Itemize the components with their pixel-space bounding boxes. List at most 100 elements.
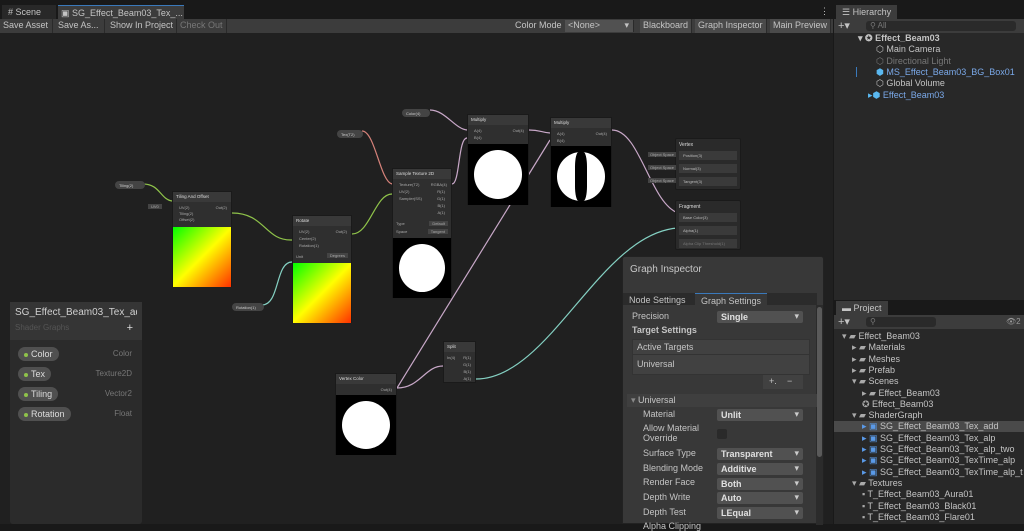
save-as-button[interactable]: Save As... [55, 19, 105, 33]
project-item[interactable]: ✪ Effect_Beam03 [862, 399, 933, 410]
port-a[interactable]: A(4) [474, 128, 482, 133]
blackboard-button[interactable]: Blackboard [640, 19, 693, 33]
multiply-node[interactable]: Multiply A(4) B(4) Out(4) [467, 114, 529, 205]
vertex-master-block[interactable]: Vertex Position(3) Normal(3) Tangent(3) [675, 138, 741, 190]
sample-texture-2d-node[interactable]: Sample Texture 2D Texture(T2) UV(2) Samp… [392, 168, 452, 298]
hierarchy-item[interactable]: ⬢ MS_Effect_Beam03_BG_Box01 [876, 67, 1015, 78]
scene-root[interactable]: ▾ ✪ Effect_Beam03 [858, 33, 940, 44]
allow-material-override-checkbox[interactable] [717, 429, 727, 439]
port-out[interactable]: Out(4) [513, 128, 524, 133]
create-button[interactable]: +▾ [838, 19, 850, 32]
port-b[interactable]: B(4) [557, 138, 565, 143]
blending-mode-dropdown[interactable]: Additive [717, 463, 803, 475]
property-color[interactable]: Color [18, 347, 59, 361]
tangent-space-field[interactable]: Object Space [648, 178, 677, 183]
depth-write-dropdown[interactable]: Auto [717, 492, 803, 504]
port-uv[interactable]: UV(2) [299, 229, 309, 234]
project-item[interactable]: ▪ T_Effect_Beam03_Flare01 [862, 512, 975, 522]
project-item[interactable]: ▸ ▣ SG_Effect_Beam03_Tex_alp [862, 433, 995, 444]
alpha-clip-slot[interactable]: Alpha Clip Threshold(1) [679, 239, 737, 248]
port-r[interactable]: R(1) [463, 355, 471, 360]
port-a[interactable]: A(1) [437, 210, 445, 215]
property-tex[interactable]: Tex [18, 367, 52, 381]
hidden-count[interactable]: 👁2 [1006, 317, 1021, 326]
position-slot[interactable]: Position(3) [679, 151, 737, 160]
port-in[interactable]: In(4) [447, 355, 455, 360]
project-item[interactable]: ▸ ▰ Prefab [852, 365, 895, 376]
universal-section-header[interactable]: ▾ Universal [627, 394, 817, 407]
project-item[interactable]: ▾ ▰ ShaderGraph [852, 410, 923, 421]
port-offset[interactable]: Offset(2) [179, 217, 195, 222]
project-item[interactable]: ▸ ▣ SG_Effect_Beam03_TexTime_alp [862, 455, 1015, 466]
port-a[interactable]: A(4) [557, 131, 565, 136]
more-menu-icon[interactable]: ⋮ [820, 6, 829, 17]
port-uv[interactable]: UV(2) [179, 205, 189, 210]
hierarchy-tab[interactable]: ☰ Hierarchy [836, 5, 898, 19]
port-r[interactable]: R(1) [437, 189, 445, 194]
port-out[interactable]: Out(2) [336, 229, 347, 234]
tab-node-settings[interactable]: Node Settings [629, 295, 686, 305]
precision-dropdown[interactable]: Single [717, 311, 803, 323]
color-mode-dropdown[interactable]: <None> ▾ [565, 20, 634, 32]
port-b[interactable]: B(1) [437, 203, 445, 208]
uv-channel-field[interactable]: UV0 [148, 204, 162, 209]
hierarchy-item[interactable]: ⬡ Main Camera [876, 44, 940, 55]
project-item[interactable]: ▸ ▰ Effect_Beam03 [862, 388, 940, 399]
normal-space-field[interactable]: Object Space [648, 165, 677, 170]
normal-slot[interactable]: Normal(3) [679, 164, 737, 173]
surface-type-dropdown[interactable]: Transparent [717, 448, 803, 460]
type-dropdown[interactable]: Default [429, 221, 448, 226]
project-item[interactable]: ▸ ▰ Materials [852, 342, 905, 353]
base-color-slot[interactable]: Base Color(3) [679, 213, 737, 222]
project-item[interactable]: ▸ ▣ SG_Effect_Beam03_Tex_add [834, 421, 1024, 433]
multiply-node[interactable]: Multiply A(4) B(4) Out(4) [550, 117, 612, 207]
vertex-color-node[interactable]: Vertex Color Out(4) [335, 373, 397, 455]
position-space-field[interactable]: Object Space [648, 152, 677, 157]
material-dropdown[interactable]: Unlit [717, 409, 803, 421]
show-in-project-button[interactable]: Show In Project [107, 19, 177, 33]
main-preview-button[interactable]: Main Preview [770, 19, 832, 33]
inspector-scrollbar[interactable] [816, 305, 823, 525]
remove-target-button[interactable]: − [787, 376, 792, 386]
color-property-node[interactable]: Color(4) [402, 109, 430, 117]
alpha-slot[interactable]: Alpha(1) [679, 226, 737, 235]
project-item[interactable]: ▪ T_Effect_Beam03_Aura01 [862, 489, 973, 499]
port-texture[interactable]: Texture(T2) [399, 182, 419, 187]
add-property-button[interactable]: + [127, 322, 133, 334]
check-out-button[interactable]: Check Out [177, 19, 227, 33]
render-face-dropdown[interactable]: Both [717, 478, 803, 490]
port-out[interactable]: Out(4) [596, 131, 607, 136]
split-node[interactable]: Split In(4) R(1) G(1) B(1) A(1) [443, 341, 476, 383]
port-center[interactable]: Center(2) [299, 236, 316, 241]
project-tab[interactable]: ▬ Project [836, 301, 888, 315]
graph-inspector-button[interactable]: Graph Inspector [695, 19, 767, 33]
project-item[interactable]: ▸ ▣ SG_Effect_Beam03_Tex_alp_two [862, 444, 1014, 455]
tangent-slot[interactable]: Tangent(3) [679, 177, 737, 186]
property-rotation[interactable]: Rotation [18, 407, 71, 421]
port-g[interactable]: G(1) [437, 196, 445, 201]
port-b[interactable]: B(1) [463, 369, 471, 374]
project-item[interactable]: ▾ ▰ Effect_Beam03 [842, 331, 920, 342]
tab-scene[interactable]: # Scene [2, 5, 56, 19]
space-dropdown[interactable]: Tangent [427, 229, 448, 234]
save-asset-button[interactable]: Save Asset [0, 19, 53, 33]
tab-graph-settings[interactable]: Graph Settings [695, 293, 768, 308]
depth-test-dropdown[interactable]: LEqual [717, 507, 803, 519]
rotate-node[interactable]: Rotate UV(2) Center(2) Rotation(1) Out(2… [292, 215, 352, 323]
port-sampler[interactable]: Sampler(SS) [399, 196, 422, 201]
unit-dropdown[interactable]: Degrees [326, 253, 348, 258]
tiling-and-offset-node[interactable]: Tiling And Offset UV(2) Tiling(2) Offset… [172, 191, 232, 287]
project-item[interactable]: ▸ ▰ Meshes [852, 354, 900, 365]
project-item[interactable]: ▸ ▣ SG_Effect_Beam03_TexTime_alp_t [862, 467, 1023, 478]
port-out[interactable]: Out(2) [216, 205, 227, 210]
create-button[interactable]: +▾ [838, 315, 850, 328]
port-uv[interactable]: UV(2) [399, 189, 409, 194]
hierarchy-item[interactable]: ▸⬢ Effect_Beam03 [868, 90, 944, 101]
fragment-master-block[interactable]: Fragment Base Color(3) Alpha(1) Alpha Cl… [675, 200, 741, 250]
port-g[interactable]: G(1) [463, 362, 471, 367]
add-target-button[interactable]: +. [769, 376, 777, 386]
hierarchy-item[interactable]: ⬡ Global Volume [876, 78, 945, 89]
tab-shadergraph[interactable]: ▣ SG_Effect_Beam03_Tex_... [58, 5, 184, 19]
port-out[interactable]: Out(4) [381, 387, 392, 392]
port-b[interactable]: B(4) [474, 135, 482, 140]
